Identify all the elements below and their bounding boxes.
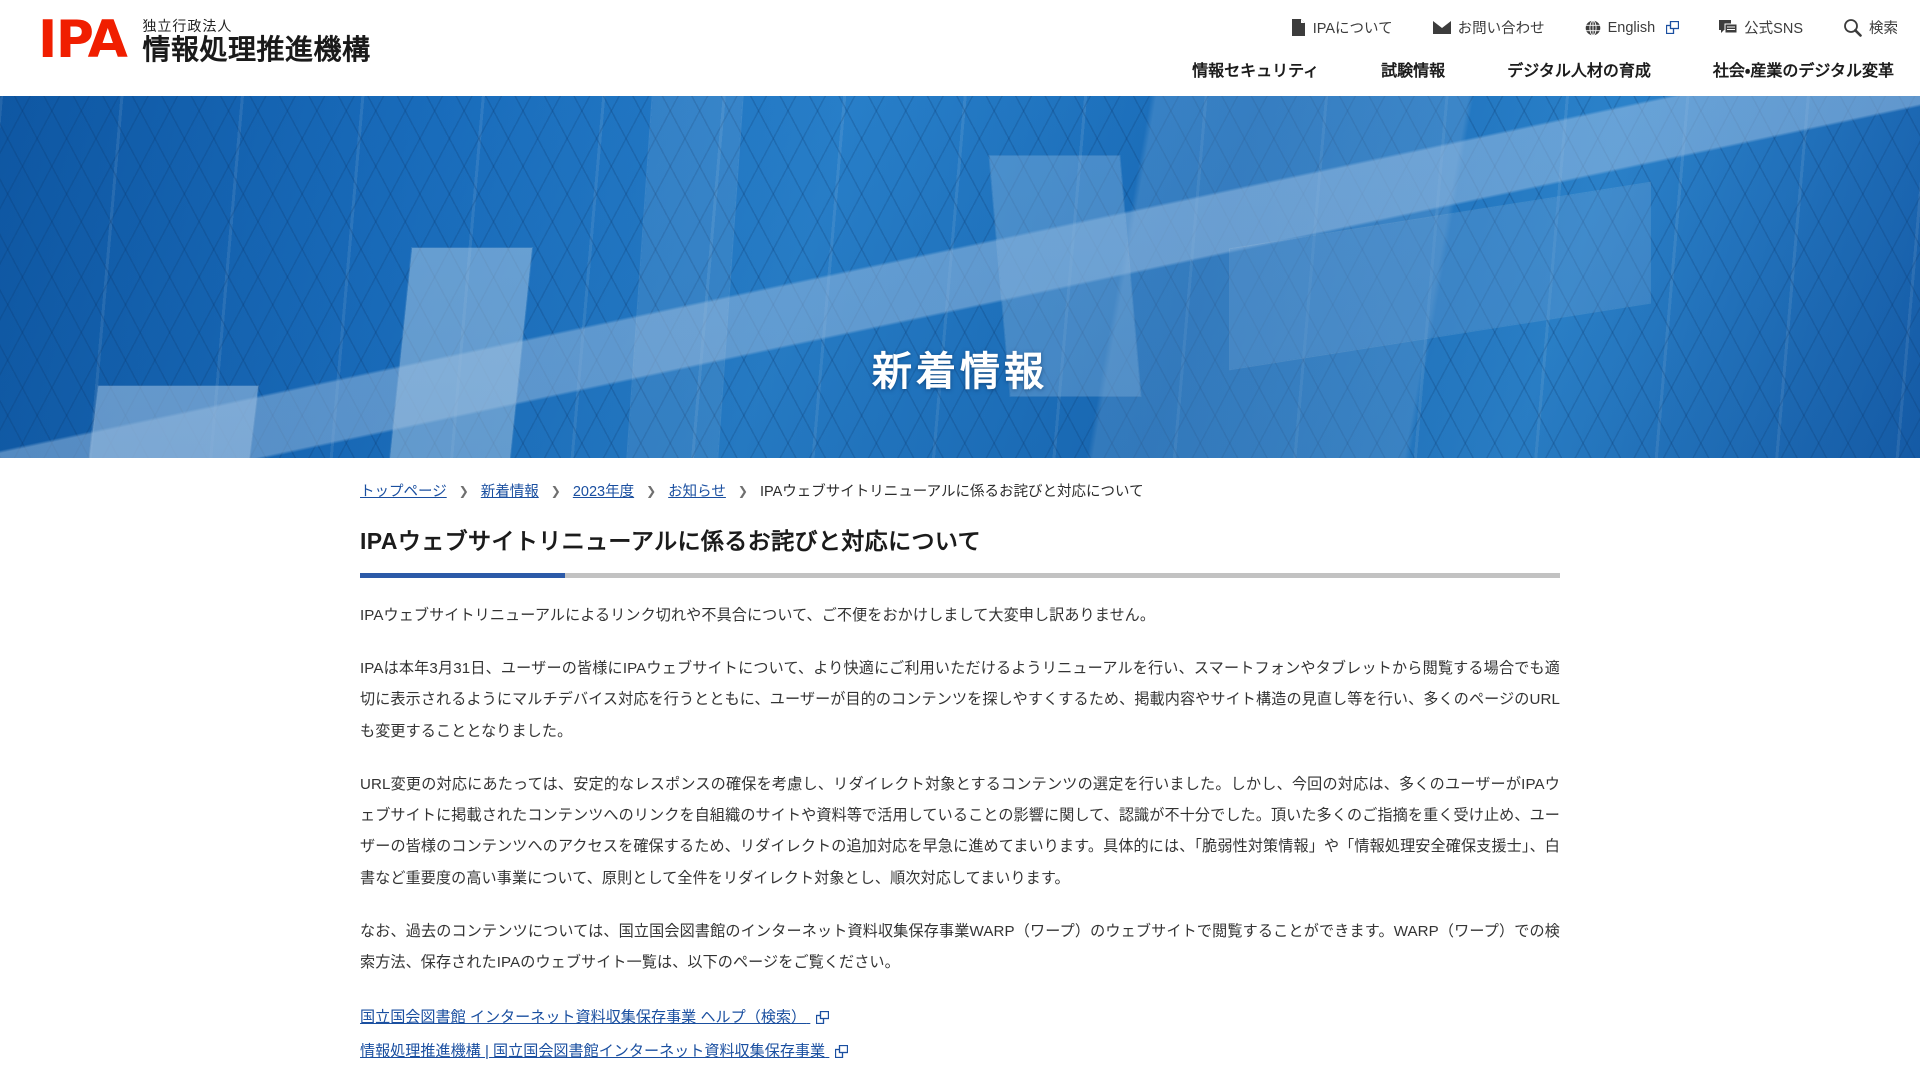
mail-icon bbox=[1432, 21, 1451, 34]
util-item-about-ipa[interactable]: IPAについて bbox=[1291, 17, 1393, 38]
document-icon bbox=[1291, 19, 1306, 36]
article-paragraph-4: なお、過去のコンテンツについては、国立国会図書館のインターネット資料収集保存事業… bbox=[360, 922, 1560, 971]
external-link-label: 情報処理推進機構 | 国立国会図書館インターネット資料収集保存事業 bbox=[360, 1042, 826, 1060]
util-item-contact[interactable]: お問い合わせ bbox=[1432, 17, 1545, 38]
main-navigation: 情報セキュリティ 試験情報 デジタル人材の育成 社会・産業のデジタル変革 bbox=[1192, 57, 1894, 81]
hero-banner: 新着情報 bbox=[0, 96, 1920, 458]
nav-item-exam[interactable]: 試験情報 bbox=[1381, 57, 1445, 81]
util-item-label: IPAについて bbox=[1312, 21, 1393, 37]
article-paragraph-3: URL変更の対応にあたっては、安定的なレスポンスの確保を考慮し、リダイレクト対象… bbox=[360, 775, 1560, 887]
page-content: トップページ ❯ 新着情報 ❯ 2023年度 ❯ お知らせ ❯ IPAウェブサイ… bbox=[0, 458, 1920, 1080]
logo-subtitle: 独立行政法人 bbox=[142, 18, 233, 34]
breadcrumb-item-news[interactable]: 新着情報 bbox=[481, 480, 539, 501]
util-item-label: English bbox=[1607, 19, 1656, 36]
breadcrumb-item-current: IPAウェブサイトリニューアルに係るお詫びと対応について bbox=[759, 484, 1144, 500]
external-link-icon bbox=[1666, 21, 1680, 34]
external-link-label: 国立国会図書館 インターネット資料収集保存事業 ヘルプ（検索） bbox=[360, 1009, 807, 1027]
reference-links: 国立国会図書館 インターネット資料収集保存事業 ヘルプ（検索） 情報処理推進機構… bbox=[360, 1002, 1560, 1069]
breadcrumb-separator-icon: ❯ bbox=[646, 483, 657, 498]
breadcrumb-separator-icon: ❯ bbox=[737, 483, 748, 498]
breadcrumb-separator-icon: ❯ bbox=[458, 483, 469, 498]
globe-icon bbox=[1585, 19, 1601, 36]
breadcrumb-separator-icon: ❯ bbox=[550, 483, 561, 498]
logo-title: 情報処理推進機構 bbox=[142, 34, 371, 65]
nav-item-digital-talent[interactable]: デジタル人材の育成 bbox=[1507, 57, 1651, 81]
util-item-label: 公式SNS bbox=[1744, 21, 1803, 37]
breadcrumb-item-top[interactable]: トップページ bbox=[360, 480, 447, 501]
page-title: IPAウェブサイトリニューアルに係るお詫びと対応について bbox=[360, 528, 981, 554]
logo-organization-name: 独立行政法人 情報処理推進機構 bbox=[142, 19, 370, 66]
external-link-warp-help[interactable]: 国立国会図書館 インターネット資料収集保存事業 ヘルプ（検索） bbox=[360, 1002, 1560, 1036]
util-item-english[interactable]: English bbox=[1585, 20, 1680, 36]
hero-overlay bbox=[0, 96, 1920, 458]
logo-ipa-mark: IPA bbox=[38, 10, 128, 70]
search-toggle[interactable]: 検索 bbox=[1843, 17, 1898, 38]
util-item-label: お問い合わせ bbox=[1457, 21, 1545, 37]
article-paragraph-1: IPAウェブサイトリニューアルによるリンク切れや不具合について、ご不便をおかけし… bbox=[360, 606, 1156, 624]
nav-item-digital-transformation[interactable]: 社会・産業のデジタル変革 bbox=[1713, 57, 1894, 81]
search-icon bbox=[1843, 18, 1862, 37]
breadcrumb: トップページ ❯ 新着情報 ❯ 2023年度 ❯ お知らせ ❯ IPAウェブサイ… bbox=[360, 458, 1560, 501]
util-item-label: 検索 bbox=[1869, 21, 1898, 37]
utility-navigation: IPAについて お問い合わせ English 公式SNS 検索 bbox=[1291, 17, 1898, 38]
breadcrumb-item-year[interactable]: 2023年度 bbox=[573, 480, 634, 501]
chat-icon bbox=[1719, 19, 1738, 36]
external-link-icon bbox=[835, 1038, 849, 1070]
nav-item-security[interactable]: 情報セキュリティ bbox=[1192, 57, 1319, 81]
article-paragraph-2: IPAは本年3月31日、ユーザーの皆様にIPAウェブサイトについて、より快適にご… bbox=[360, 660, 1560, 740]
external-link-warp-ipa[interactable]: 情報処理推進機構 | 国立国会図書館インターネット資料収集保存事業 bbox=[360, 1036, 1560, 1070]
hero-title: 新着情報 bbox=[872, 350, 1048, 394]
breadcrumb-item-notice[interactable]: お知らせ bbox=[668, 480, 726, 501]
title-underline-rule bbox=[360, 572, 1560, 578]
site-logo[interactable]: IPA 独立行政法人 情報処理推進機構 bbox=[38, 14, 370, 66]
site-header: IPA 独立行政法人 情報処理推進機構 IPAについて お問い合わせ Engli… bbox=[0, 0, 1920, 96]
util-item-official-sns[interactable]: 公式SNS bbox=[1719, 17, 1803, 38]
external-link-icon bbox=[816, 1004, 830, 1036]
